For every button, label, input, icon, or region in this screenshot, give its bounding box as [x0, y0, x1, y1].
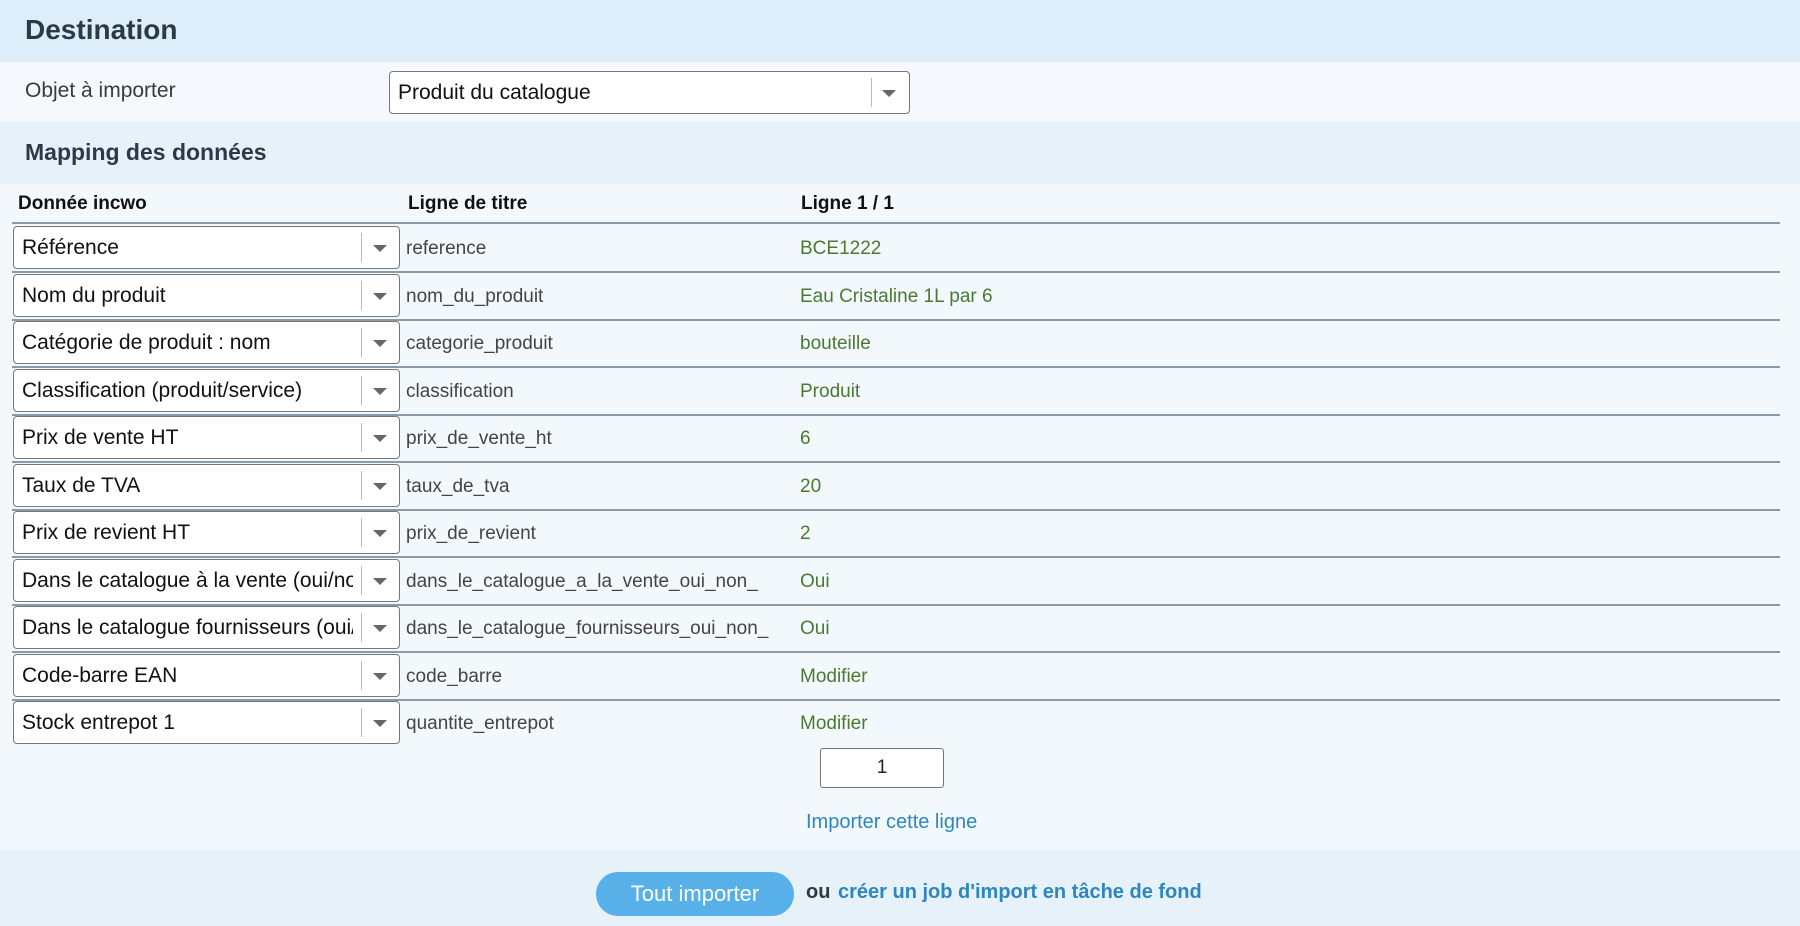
field-select-value: Prix de vente HT	[22, 426, 179, 449]
line-value-cell: Produit	[800, 380, 861, 402]
title-line-cell: classification	[406, 380, 514, 402]
field-select-value: Stock entrepot 1	[22, 711, 175, 734]
title-line-cell: taux_de_tva	[406, 475, 510, 497]
row-divider	[12, 366, 1780, 368]
field-select-value: Catégorie de produit : nom	[22, 331, 271, 354]
object-select[interactable]: Produit du catalogue	[389, 71, 910, 114]
column-header-title-line: Ligne de titre	[408, 193, 528, 214]
field-select[interactable]: Prix de revient HT	[13, 511, 400, 554]
destination-header: Destination	[0, 0, 1800, 62]
chevron-down-icon[interactable]	[882, 90, 896, 97]
chevron-down-icon[interactable]	[373, 387, 387, 395]
field-select-value: Taux de TVA	[22, 473, 141, 497]
field-select-value: Dans le catalogue à la vente (oui/no	[22, 568, 353, 592]
field-select[interactable]: Code-barre EAN	[13, 653, 400, 697]
column-header-line-1: Ligne 1 / 1	[801, 193, 894, 214]
line-value-cell: BCE1222	[800, 238, 882, 259]
line-value-cell: Oui	[800, 570, 830, 592]
chevron-down-icon[interactable]	[373, 482, 387, 490]
chevron-down-icon[interactable]	[373, 245, 387, 252]
title-line-cell: quantite_entrepot	[406, 713, 554, 734]
or-text: ou	[806, 881, 831, 903]
object-select-value: Produit du catalogue	[398, 81, 591, 104]
field-select-value: Dans le catalogue fournisseurs (oui/	[22, 616, 353, 639]
header-divider	[12, 222, 1780, 224]
row-divider	[12, 271, 1780, 273]
field-select[interactable]: Classification (produit/service)	[13, 368, 400, 412]
line-value-cell: Modifier	[800, 665, 868, 687]
chevron-down-icon[interactable]	[373, 577, 387, 585]
select-separator	[361, 660, 362, 690]
field-select[interactable]: Dans le catalogue fournisseurs (oui/	[13, 606, 400, 649]
line-value-cell: bouteille	[800, 333, 871, 354]
field-select[interactable]: Référence	[13, 226, 400, 269]
line-value-cell: 2	[800, 523, 811, 544]
title-line-cell: nom_du_produit	[406, 285, 544, 307]
chevron-down-icon[interactable]	[373, 292, 387, 300]
chevron-down-icon[interactable]	[373, 672, 387, 680]
title-line-cell: reference	[406, 238, 487, 259]
select-separator	[361, 280, 362, 310]
background-job-link[interactable]: créer un job d'import en tâche de fond	[838, 881, 1202, 904]
select-separator	[361, 565, 362, 595]
field-select[interactable]: Nom du produit	[13, 273, 400, 317]
mapping-header: Mapping des données	[0, 122, 1800, 184]
title-line-cell: prix_de_revient	[406, 523, 536, 544]
field-select[interactable]: Dans le catalogue à la vente (oui/no	[13, 558, 400, 602]
import-all-button[interactable]: Tout importer	[596, 872, 794, 916]
select-separator	[361, 470, 362, 500]
line-value-cell: 20	[800, 475, 822, 497]
select-separator	[361, 233, 362, 262]
field-select-value: Prix de revient HT	[22, 521, 191, 544]
row-divider	[12, 461, 1780, 463]
select-separator	[871, 78, 872, 107]
chevron-down-icon[interactable]	[373, 720, 387, 727]
line-value-cell: Eau Cristaline 1L par 6	[800, 285, 993, 307]
title-line-cell: dans_le_catalogue_fournisseurs_oui_non_	[406, 618, 769, 639]
select-separator	[361, 328, 362, 357]
chevron-down-icon[interactable]	[373, 530, 387, 537]
column-header-field: Donnée incwo	[18, 193, 147, 214]
object-label: Objet à importer	[25, 79, 176, 102]
field-select[interactable]: Prix de vente HT	[13, 416, 400, 459]
field-select[interactable]: Stock entrepot 1	[13, 701, 400, 744]
field-select-value: Classification (produit/service)	[22, 378, 303, 402]
destination-title: Destination	[25, 14, 178, 45]
import-line-link[interactable]: Importer cette ligne	[806, 811, 977, 834]
title-line-cell: categorie_produit	[406, 333, 553, 354]
field-select-value: Code-barre EAN	[22, 663, 178, 687]
chevron-down-icon[interactable]	[373, 340, 387, 347]
select-separator	[361, 423, 362, 452]
field-select[interactable]: Taux de TVA	[13, 463, 400, 507]
chevron-down-icon[interactable]	[373, 625, 387, 632]
line-number-input[interactable]: 1	[820, 748, 944, 788]
title-line-cell: dans_le_catalogue_a_la_vente_oui_non_	[406, 570, 758, 592]
chevron-down-icon[interactable]	[373, 435, 387, 442]
line-value-cell: Modifier	[800, 713, 868, 734]
line-value-cell: 6	[800, 428, 811, 449]
object-row: Objet à importer Produit du catalogue	[0, 62, 1800, 122]
row-divider	[12, 556, 1780, 558]
title-line-cell: prix_de_vente_ht	[406, 428, 552, 449]
select-separator	[361, 518, 362, 547]
title-line-cell: code_barre	[406, 665, 503, 687]
field-select-value: Nom du produit	[22, 283, 166, 307]
field-select[interactable]: Catégorie de produit : nom	[13, 321, 400, 364]
select-separator	[361, 708, 362, 737]
row-divider	[12, 651, 1780, 653]
select-separator	[361, 613, 362, 642]
line-value-cell: Oui	[800, 618, 830, 639]
field-select-value: Référence	[22, 236, 119, 259]
mapping-title: Mapping des données	[25, 139, 267, 165]
select-separator	[361, 375, 362, 405]
